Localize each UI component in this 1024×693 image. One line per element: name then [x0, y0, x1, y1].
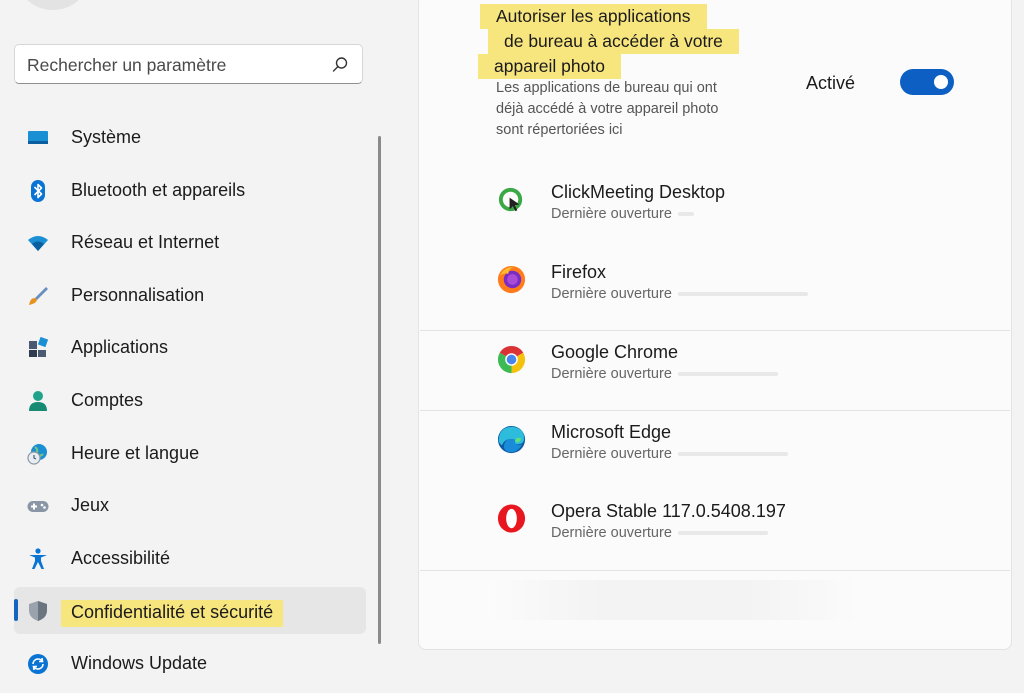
sidebar-item-comptes[interactable]: Comptes: [14, 377, 366, 424]
globe-clock-icon: [27, 443, 47, 465]
sidebar-item-label: Comptes: [71, 389, 144, 410]
sidebar-item-label: Réseau et Internet: [71, 232, 220, 253]
sidebar-nav: Système Bluetooth et appareils Réseau et…: [14, 114, 366, 693]
app-last-opened: Dernière ouverture: [551, 206, 694, 222]
search-input[interactable]: [27, 54, 327, 76]
sidebar-item-label: Bluetooth et appareils: [71, 179, 246, 200]
sidebar-item-heure[interactable]: Heure et langue: [14, 430, 366, 477]
sidebar-item-label: Heure et langue: [71, 442, 200, 463]
sidebar-item-label: Accessibilité: [71, 547, 171, 568]
toggle-state-label: Activé: [806, 73, 856, 93]
shield-icon: [29, 601, 47, 622]
edge-icon: [497, 425, 526, 454]
divider: [420, 570, 1010, 571]
gamepad-icon: [27, 501, 49, 513]
chrome-icon: [497, 345, 526, 374]
sidebar-item-personnalisation[interactable]: Personnalisation: [14, 272, 366, 319]
apps-icon: [29, 337, 49, 358]
sidebar-item-reseau[interactable]: Réseau et Internet: [14, 219, 366, 266]
sidebar-item-accessibilite[interactable]: Accessibilité: [14, 535, 366, 582]
app-name: Google Chrome: [551, 342, 679, 362]
sidebar-item-windows-update[interactable]: Windows Update: [14, 640, 366, 687]
sidebar-item-label: Confidentialité et sécurité: [61, 600, 284, 628]
sidebar-item-bluetooth[interactable]: Bluetooth et appareils: [14, 167, 366, 214]
app-name: ClickMeeting Desktop: [551, 182, 726, 202]
divider: [420, 330, 1010, 331]
faded-row: [490, 580, 858, 620]
sidebar-item-label: Jeux: [71, 495, 110, 516]
bluetooth-icon: [31, 179, 45, 202]
firefox-icon: [497, 265, 526, 294]
search-icon[interactable]: [330, 55, 350, 75]
app-last-opened: Dernière ouverture: [551, 446, 788, 462]
sidebar-item-systeme[interactable]: Système: [14, 114, 366, 161]
sidebar-item-label: Personnalisation: [71, 284, 205, 305]
sidebar-scrollbar[interactable]: [378, 136, 381, 644]
app-last-opened: Dernière ouverture: [551, 286, 808, 302]
sidebar-item-applications[interactable]: Applications: [14, 324, 366, 371]
sidebar-item-label: Système: [71, 127, 142, 147]
app-name: Firefox: [551, 262, 607, 282]
brush-icon: [29, 286, 48, 305]
permission-description: Les applications de bureau qui ont déjà …: [496, 80, 719, 138]
app-name: Microsoft Edge: [551, 422, 672, 442]
sidebar-item-label: Windows Update: [71, 652, 208, 673]
toggle-knob: [934, 75, 948, 89]
app-last-opened: Dernière ouverture: [551, 525, 768, 541]
wifi-icon: [28, 236, 48, 252]
title-line: Autoriser les applications: [480, 4, 707, 29]
app-name: Opera Stable 117.0.5408.197: [551, 501, 786, 521]
monitor-icon: [28, 131, 48, 144]
title-line: de bureau à accéder à votre: [488, 29, 739, 54]
camera-desktop-apps-toggle[interactable]: [900, 69, 954, 95]
opera-icon: [497, 504, 526, 533]
avatar[interactable]: [18, 0, 88, 10]
clickmeeting-icon: [498, 187, 523, 212]
app-last-opened: Dernière ouverture: [551, 366, 778, 382]
divider: [420, 410, 1010, 411]
update-icon: [28, 653, 48, 674]
search-box[interactable]: [14, 44, 363, 84]
person-icon: [29, 390, 47, 411]
permission-title: Autoriser les applications de bureau à a…: [478, 4, 760, 79]
accessibility-icon: [29, 548, 47, 569]
sidebar-item-jeux[interactable]: Jeux: [14, 482, 366, 529]
sidebar-item-label: Applications: [71, 337, 169, 358]
sidebar-item-confidentialite[interactable]: Confidentialité et sécurité: [14, 587, 366, 635]
selected-indicator: [14, 599, 18, 622]
title-line: appareil photo: [478, 54, 621, 79]
